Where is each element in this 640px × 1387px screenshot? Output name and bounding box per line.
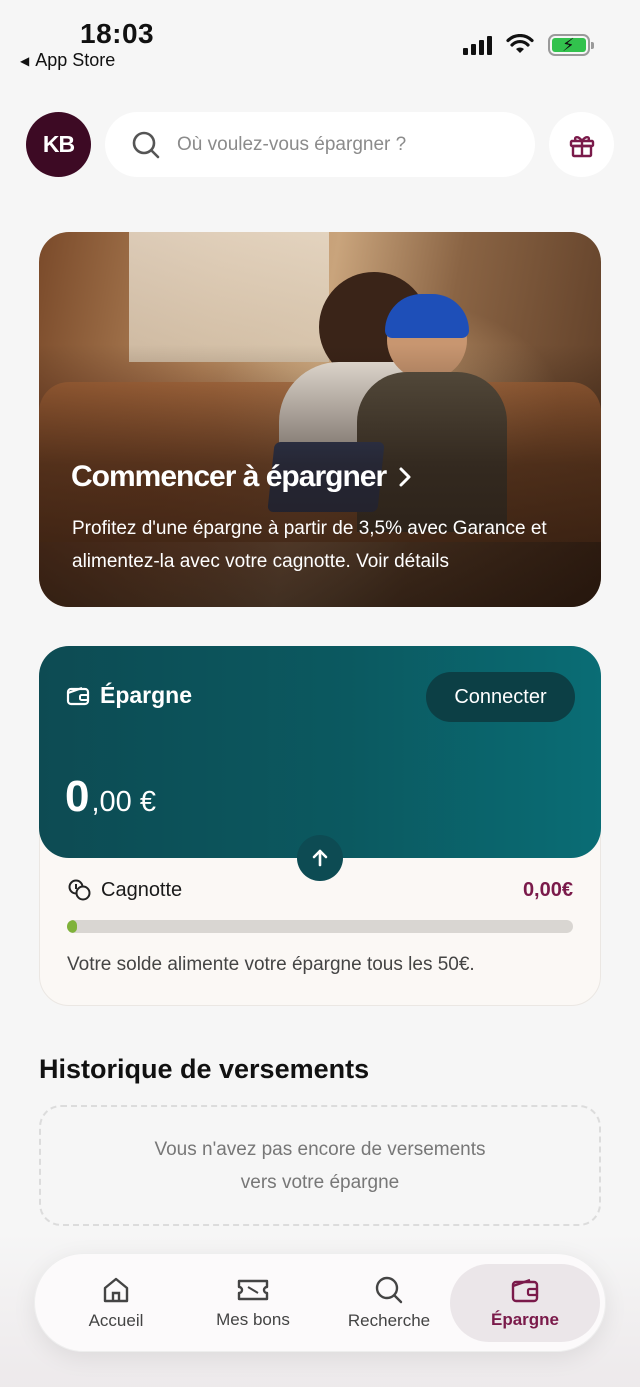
wallet-icon <box>66 686 90 705</box>
avatar[interactable]: KB <box>26 112 91 177</box>
search-icon <box>132 131 160 158</box>
nav-item-epargne[interactable]: Épargne <box>450 1264 600 1342</box>
savings-title: Épargne <box>66 682 192 709</box>
nav-item-accueil[interactable]: Accueil <box>41 1264 191 1342</box>
cellular-signal-icon <box>463 35 492 55</box>
search-bar[interactable]: Où voulez-vous épargner ? <box>105 112 535 177</box>
ticket-icon <box>237 1279 269 1301</box>
search-placeholder: Où voulez-vous épargner ? <box>177 133 407 155</box>
cagnotte-progress-bar <box>67 920 573 933</box>
cagnotte-value: 0,00€ <box>522 878 573 901</box>
back-triangle-icon: ◀ <box>20 53 30 68</box>
history-empty-state: Vous n'avez pas encore de versements ver… <box>39 1105 601 1226</box>
cagnotte-progress-fill <box>67 920 78 933</box>
nav-item-mes-bons[interactable]: Mes bons <box>178 1264 328 1342</box>
start-saving-banner[interactable]: Commencer à épargner Profitez d'une épar… <box>39 232 601 607</box>
connect-button[interactable]: Connecter <box>426 672 575 722</box>
cagnotte-label: Cagnotte <box>67 878 182 902</box>
chevron-right-icon <box>399 467 411 487</box>
bottom-nav: Accueil Mes bons Recherche Épargne <box>34 1253 606 1352</box>
history-title: Historique de versements <box>39 1054 370 1084</box>
back-to-app-store[interactable]: ◀ App Store <box>20 50 115 71</box>
cagnotte-row: Cagnotte 0,00€ <box>67 878 573 902</box>
hero-title: Commencer à épargner <box>71 460 412 494</box>
history-empty-line: Vous n'avez pas encore de versements <box>154 1138 486 1160</box>
status-bar: 18:03 ◀ App Store ⚡ <box>0 0 640 80</box>
cagnotte-info: Votre solde alimente votre épargne tous … <box>67 954 475 975</box>
battery-icon: ⚡ <box>548 34 594 56</box>
home-icon <box>103 1277 129 1303</box>
status-icons: ⚡ <box>463 34 594 56</box>
wifi-icon <box>506 34 534 53</box>
nav-item-recherche[interactable]: Recherche <box>314 1264 464 1342</box>
balance-decimals: ,00 € <box>91 786 156 818</box>
gift-button[interactable] <box>549 112 614 177</box>
back-app-label: App Store <box>35 50 116 70</box>
wallet-icon <box>511 1278 539 1303</box>
transfer-up-button[interactable] <box>297 835 343 881</box>
coins-icon <box>68 879 91 901</box>
hero-description: Profitez d'une épargne à partir de 3,5% … <box>72 518 547 572</box>
balance-integer: 0 <box>65 772 90 821</box>
search-icon <box>375 1276 403 1304</box>
gift-icon <box>569 135 594 157</box>
status-time: 18:03 <box>80 18 155 49</box>
history-empty-line: vers votre épargne <box>240 1171 400 1193</box>
savings-balance: 0 ,00 € <box>65 772 156 822</box>
arrow-up-icon <box>312 849 328 867</box>
